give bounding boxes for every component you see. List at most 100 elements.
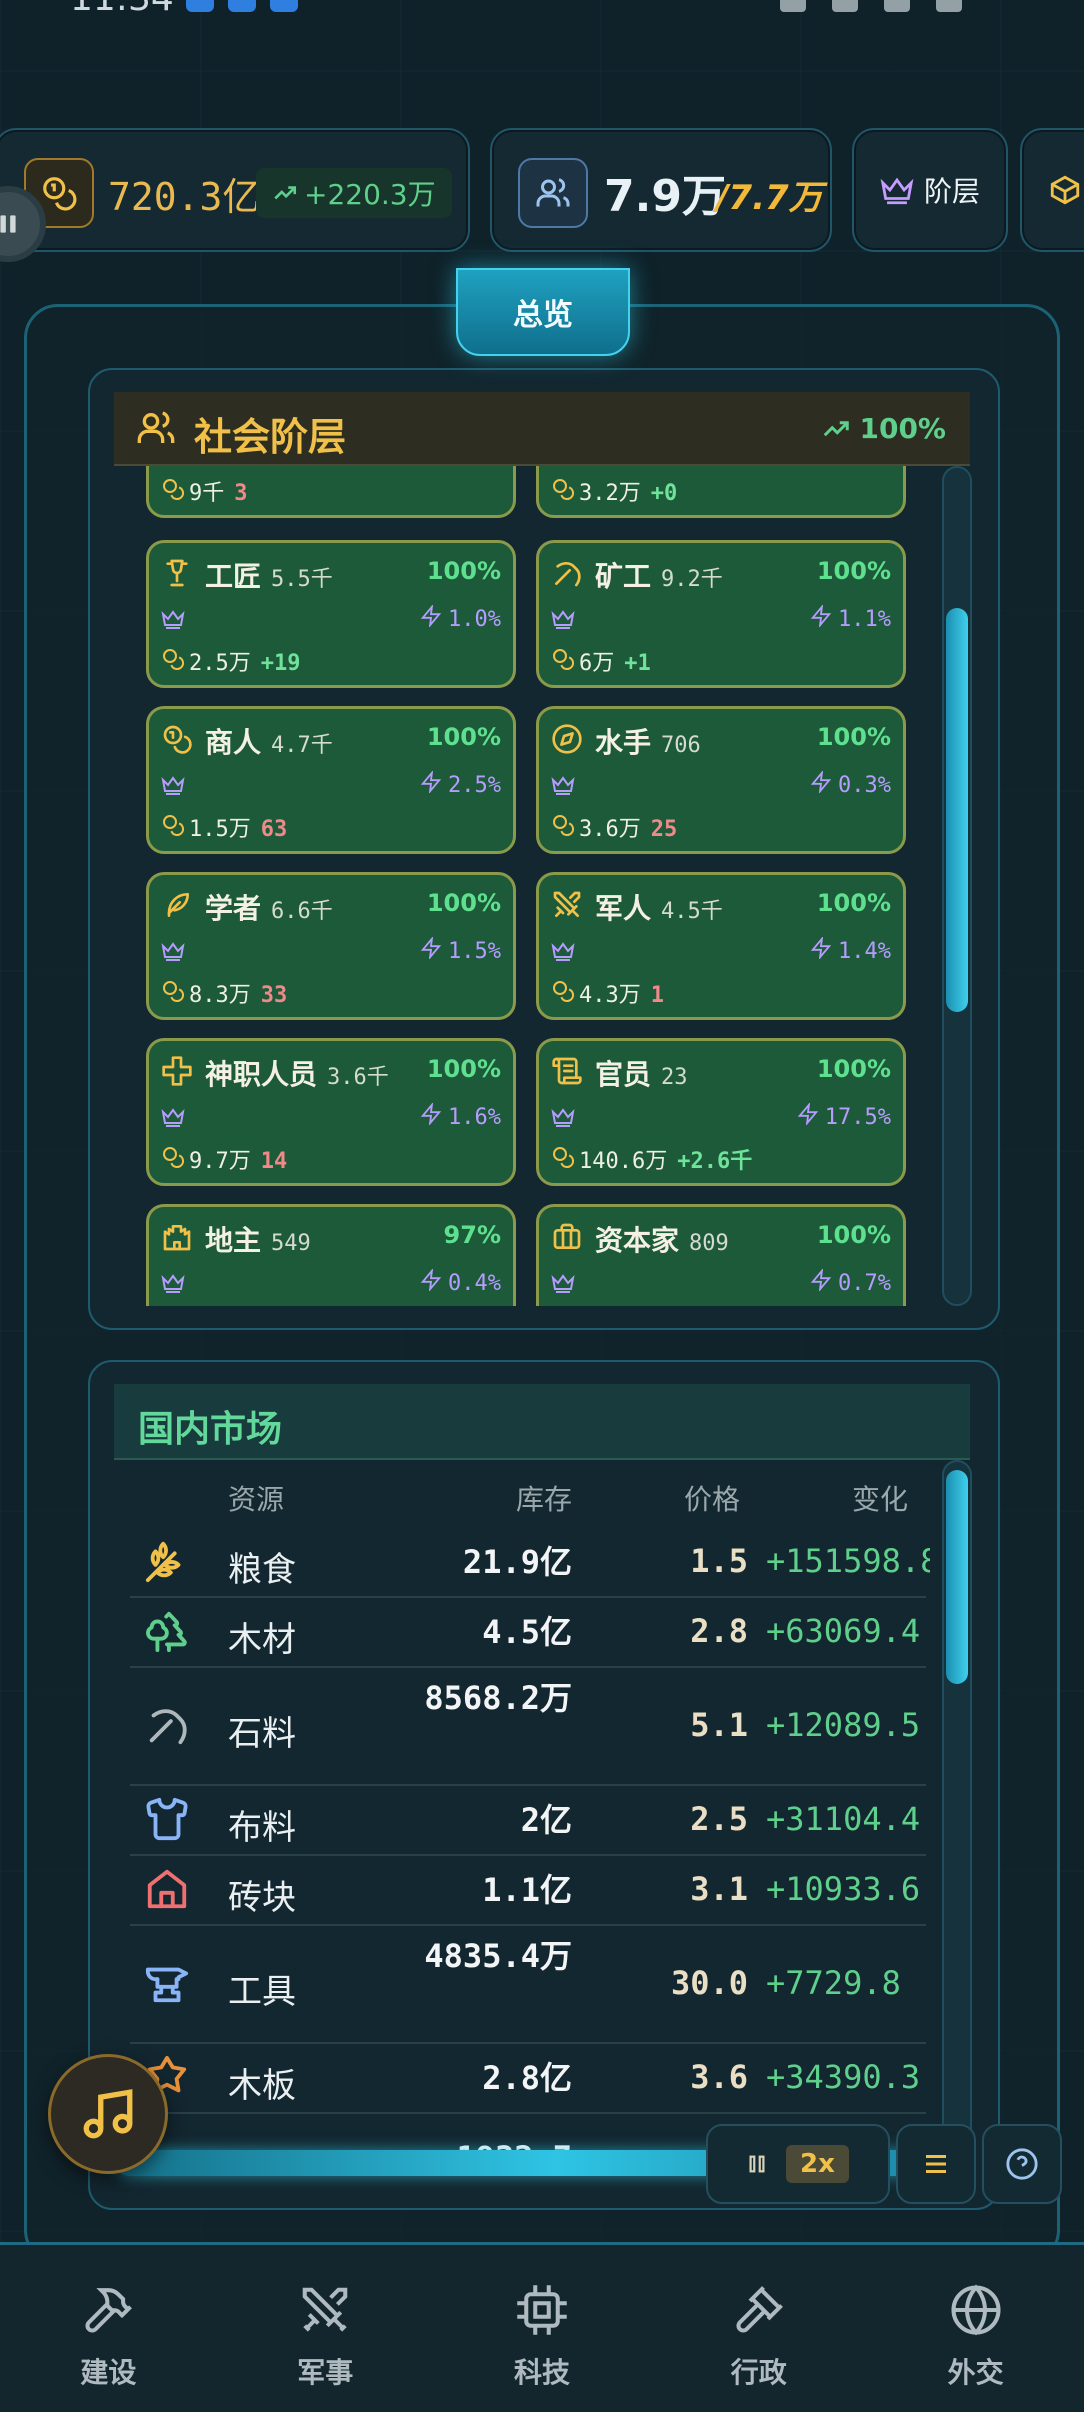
market-price: 3.1 — [690, 1870, 748, 1908]
class-influence: 2.5% — [420, 769, 501, 799]
market-row[interactable]: 工具 4835.4万 30.0 +7729.8 — [130, 1926, 926, 2044]
market-price: 2.8 — [690, 1612, 748, 1650]
gold-card[interactable]: 720.3亿 +220.3万 — [0, 128, 470, 252]
class-card[interactable]: 资本家 809 100% 0.7% — [536, 1204, 906, 1306]
class-card[interactable]: 官员 23 100% 17.5% 140.6万 +2.6千 — [536, 1038, 906, 1186]
market-change: +10933.6 — [766, 1870, 921, 1908]
market-table[interactable]: 粮食 21.9亿 1.5 +151598.8 木材 4.5亿 2.8 +63069.4 石料 85… — [130, 1528, 930, 2152]
menu-button[interactable] — [896, 2124, 976, 2204]
class-wealth: 1.5万 63 — [189, 817, 288, 842]
social-scrollbar-thumb[interactable] — [946, 608, 968, 1012]
market-resource-name: 木板 — [228, 2066, 296, 2106]
class-influence: 0.7% — [810, 1267, 891, 1297]
bolt-icon — [810, 1267, 832, 1297]
feather-icon — [161, 889, 193, 925]
class-card[interactable]: 工匠 5.5千 100% 1.0% 2.5万 +19 — [146, 540, 516, 688]
class-approval: 100% — [816, 1055, 891, 1083]
crown-icon — [161, 939, 185, 967]
class-name: 矿工 9.2千 — [595, 560, 723, 593]
nav-item-build[interactable]: 建设 — [0, 2245, 217, 2412]
trees-icon — [144, 1608, 190, 1658]
bolt-icon — [810, 603, 832, 633]
class-card[interactable]: 地主 549 97% 0.4% — [146, 1204, 516, 1306]
market-resource-name: 布料 — [228, 1808, 296, 1848]
market-price: 1.5 — [690, 1542, 748, 1580]
class-influence: 1.5% — [420, 935, 501, 965]
class-name: 资本家 809 — [595, 1224, 729, 1257]
market-resource-name: 石料 — [228, 1714, 296, 1754]
class-approval: 100% — [816, 889, 891, 917]
nav-item-diplomacy[interactable]: 外交 — [867, 2245, 1084, 2412]
class-card[interactable]: 神职人员 3.6千 100% 1.6% 9.7万 14 — [146, 1038, 516, 1186]
class-card[interactable]: 水手 706 100% 0.3% 3.6万 25 — [536, 706, 906, 854]
bolt-icon — [810, 769, 832, 799]
help-button[interactable] — [982, 2124, 1062, 2204]
crown-icon — [551, 773, 575, 801]
market-row[interactable]: 粮食 21.9亿 1.5 +151598.8 — [130, 1528, 930, 1598]
class-approval: 100% — [426, 1055, 501, 1083]
coins-icon — [161, 477, 185, 505]
nav-item-tech[interactable]: 科技 — [434, 2245, 651, 2412]
pickaxe-icon — [144, 1702, 190, 1752]
market-stock: 4835.4万 — [424, 1937, 572, 1975]
resource-bar: 720.3亿 +220.3万 7.9万 /7.7万 阶层 — [0, 128, 1084, 258]
market-change: +34390.3 — [766, 2058, 921, 2096]
class-count: 6.6千 — [271, 899, 333, 924]
class-count: 23 — [661, 1065, 688, 1090]
class-card-partial[interactable]: 9千 3 — [146, 466, 516, 518]
class-influence: 0.4% — [420, 1267, 501, 1297]
goblet-icon — [161, 557, 193, 593]
class-name: 神职人员 3.6千 — [205, 1058, 389, 1091]
class-card-partial[interactable]: 3.2万 +0 — [536, 466, 906, 518]
crown-icon — [551, 1105, 575, 1133]
social-class-list[interactable]: 9千 3 3.2万 +0 工匠 5.5千 100% 1.0% 2.5万 +19 矿工 9.2千 10… — [140, 466, 920, 1306]
pause-icon — [0, 215, 16, 233]
speed-control[interactable]: 2x — [706, 2124, 890, 2204]
class-count: 9.2千 — [661, 567, 723, 592]
bolt-icon — [420, 1267, 442, 1297]
market-resource-name: 砖块 — [228, 1878, 296, 1918]
class-card[interactable]: 商人 4.7千 100% 2.5% 1.5万 63 — [146, 706, 516, 854]
system-icons — [780, 0, 962, 12]
market-row[interactable]: 布料 2亿 2.5 +31104.4 — [130, 1786, 926, 1856]
class-approval: 97% — [443, 1221, 501, 1249]
market-scrollbar-thumb[interactable] — [946, 1470, 968, 1684]
class-card[interactable]: 矿工 9.2千 100% 1.1% 6万 +1 — [536, 540, 906, 688]
bolt-icon — [420, 603, 442, 633]
market-row[interactable]: 木板 2.8亿 3.6 +34390.3 — [130, 2044, 926, 2114]
speed-value[interactable]: 2x — [786, 2145, 849, 2183]
class-wealth: 2.5万 +19 — [189, 651, 301, 676]
market-row[interactable]: 石料 8568.2万 5.1 +12089.5 — [130, 1668, 926, 1786]
help-icon — [1006, 2148, 1038, 2180]
nav-item-military[interactable]: 军事 — [217, 2245, 434, 2412]
status-time: 11:34 — [70, 0, 174, 14]
coins-icon — [161, 813, 185, 841]
users-icon — [518, 158, 588, 228]
coins-icon — [551, 1145, 575, 1173]
goods-button[interactable] — [1020, 128, 1084, 252]
compass-icon — [551, 723, 583, 759]
market-price: 2.5 — [690, 1800, 748, 1838]
music-button[interactable] — [48, 2054, 168, 2174]
coins-icon — [161, 1145, 185, 1173]
briefcase-icon — [551, 1221, 583, 1257]
market-row[interactable]: 木材 4.5亿 2.8 +63069.4 — [130, 1598, 926, 1668]
tab-overview[interactable]: 总览 — [456, 268, 630, 356]
trend-up-icon — [274, 186, 297, 200]
bolt-icon — [420, 1101, 442, 1131]
class-approval: 100% — [426, 723, 501, 751]
market-stock: 4.5亿 — [482, 1613, 572, 1651]
nav-item-admin[interactable]: 行政 — [650, 2245, 867, 2412]
class-wealth: 140.6万 +2.6千 — [579, 1149, 753, 1174]
class-wealth: 4.3万 1 — [579, 983, 664, 1008]
market-row[interactable]: 砖块 1.1亿 3.1 +10933.6 — [130, 1856, 926, 1926]
class-card[interactable]: 军人 4.5千 100% 1.4% 4.3万 1 — [536, 872, 906, 1020]
class-name: 工匠 5.5千 — [205, 560, 333, 593]
class-card[interactable]: 学者 6.6千 100% 1.5% 8.3万 33 — [146, 872, 516, 1020]
pause-icon[interactable] — [742, 2149, 772, 2179]
class-influence: 1.1% — [810, 603, 891, 633]
class-button[interactable]: 阶层 — [852, 128, 1008, 252]
col-stock: 库存 — [516, 1483, 573, 1516]
class-count: 706 — [661, 733, 701, 758]
population-card[interactable]: 7.9万 /7.7万 — [490, 128, 832, 252]
